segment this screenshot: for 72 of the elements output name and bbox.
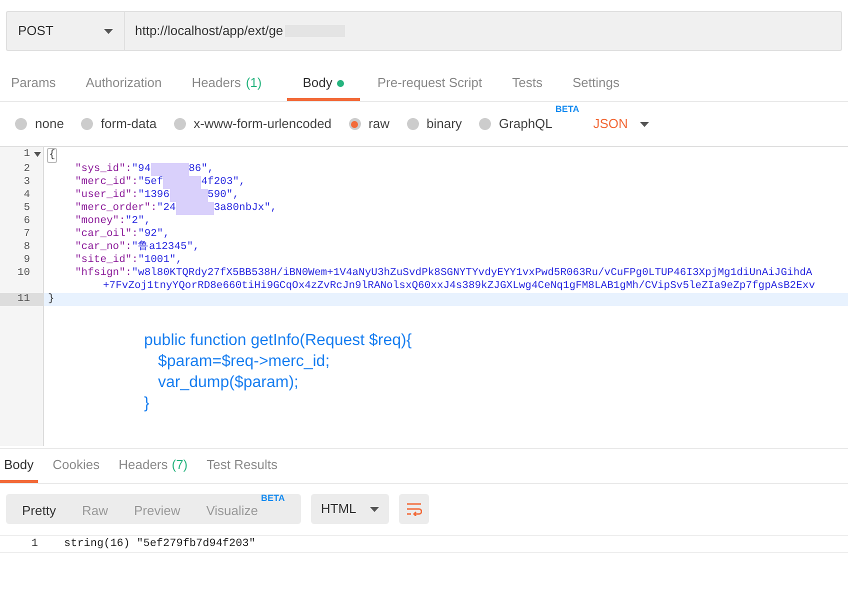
caret-icon — [370, 506, 379, 512]
json-value: "5ef — [138, 176, 164, 189]
format-dropdown[interactable]: JSON — [593, 114, 649, 134]
body-type-radio[interactable]: raw — [348, 114, 390, 134]
json-value: "24 — [156, 202, 176, 215]
request-tab[interactable]: Headers (1) — [180, 68, 273, 101]
json-key: "site_id": — [75, 254, 138, 267]
request-tab[interactable]: Params — [0, 68, 67, 101]
request-tab[interactable]: Tests — [501, 68, 554, 101]
json-value: "1001", — [138, 254, 182, 267]
json-value: "1396 — [138, 189, 170, 202]
response-format-dropdown[interactable]: HTML — [310, 494, 389, 524]
json-value: 4f203", — [201, 176, 246, 189]
line-number: 10 — [16, 267, 31, 281]
json-key: "user_id": — [75, 189, 138, 202]
line-number: 1 — [0, 148, 44, 163]
json-key: "sys_id": — [75, 163, 132, 176]
annotation-text: var_dump($param); — [157, 373, 298, 393]
redaction-blur — [150, 163, 189, 176]
annotation-text: $param=$req->merc_id; — [157, 352, 330, 372]
json-value: 86", — [188, 163, 214, 176]
wrap-icon — [406, 502, 422, 516]
line-number: 1 — [30, 536, 39, 552]
beta-label: BETA — [261, 492, 285, 502]
request-tab[interactable]: Body — [286, 68, 360, 101]
response-tab[interactable]: Body — [0, 449, 38, 483]
json-value: "94 — [132, 163, 151, 176]
json-value: "鲁a12345", — [132, 241, 200, 254]
request-tab[interactable]: Authorization — [74, 68, 173, 101]
json-value: 3a80nbJx", — [214, 202, 277, 215]
caret-icon — [640, 122, 649, 126]
response-tab[interactable]: Cookies — [48, 449, 104, 483]
body-type-radio[interactable]: binary — [406, 114, 462, 134]
response-text: string(16) "5ef279fb7d94f203" — [63, 536, 256, 552]
line-number: 2 — [22, 163, 31, 176]
beta-label: BETA — [555, 104, 580, 114]
json-value: "2", — [125, 215, 151, 228]
code-text: } — [47, 293, 54, 306]
request-tab[interactable]: Settings — [561, 68, 630, 101]
json-key: "car_no": — [75, 241, 132, 254]
body-type-radio[interactable]: x-www-form-urlencoded — [174, 114, 332, 134]
request-tab[interactable]: Pre-request Script — [366, 68, 494, 101]
line-number: 7 — [22, 228, 31, 241]
line-number: 11 — [0, 293, 44, 306]
line-number: 8 — [22, 241, 31, 254]
annotation-text: public function getInfo(Request $req){ — [144, 331, 412, 351]
json-key: "money": — [75, 215, 126, 228]
line-number: 4 — [22, 189, 31, 202]
line-number: 9 — [22, 254, 31, 267]
view-mode-tab[interactable]: Preview — [124, 494, 190, 524]
view-mode-tab[interactable]: Pretty — [12, 494, 66, 524]
json-value: "w8l80KTQRdy27fX5BB538H/iBN0Wem+1V4aNyU3hZuSvdPk8SGNYTYvdyEYY1vxPwd5R063Ru/vCuFPg0LTUP46I3XpjMg1diUnAiJGihdA — [132, 267, 812, 280]
line-number: 6 — [22, 215, 31, 228]
redaction-blur — [176, 202, 214, 215]
json-value: 590", — [208, 189, 240, 202]
annotation-text: } — [144, 394, 150, 414]
fold-caret-icon[interactable] — [34, 152, 41, 157]
response-tab[interactable]: Test Results — [202, 449, 282, 483]
view-mode-tab[interactable]: Raw — [72, 494, 118, 524]
json-key: "car_oil": — [75, 228, 138, 241]
json-key: "hfsign": — [75, 267, 132, 280]
json-key: "merc_id": — [75, 176, 138, 189]
line-number: 3 — [22, 176, 31, 189]
response-tab[interactable]: Headers (7) — [114, 449, 192, 483]
body-type-radio[interactable]: none — [15, 114, 64, 134]
json-key: "merc_order": — [75, 202, 157, 215]
json-value: "92", — [138, 228, 170, 240]
line-number: 5 — [22, 202, 31, 215]
body-type-radio[interactable]: form-data — [80, 114, 157, 134]
wrap-lines-button[interactable] — [398, 494, 429, 524]
json-value: +7FvZoj1tnyYQorRD8e660tiHi9GCqOx4zZvRcJn9lRANolsxQ60xxJ4s389kZJGXLwg4CeNq1gFM8LAB1gMh/CVipSv5leZIa9eZp7fgpAsB2Exv — [102, 280, 816, 293]
code-text: { — [47, 148, 58, 163]
